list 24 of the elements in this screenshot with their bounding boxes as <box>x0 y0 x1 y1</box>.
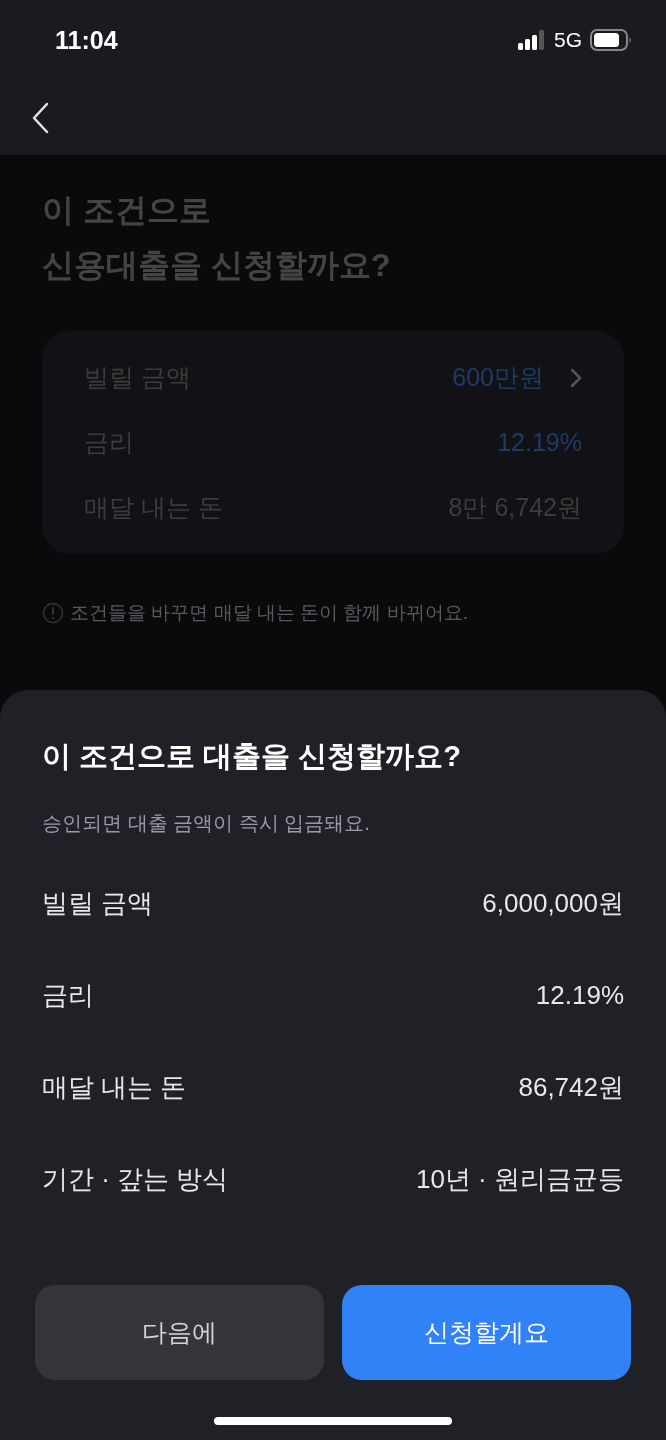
detail-label: 빌릴 금액 <box>42 886 154 920</box>
page-title: 이 조건으로 <box>42 191 212 230</box>
apply-button[interactable]: 신청할게요 <box>342 1285 631 1380</box>
sheet-title: 이 조건으로 대출을 신청할까요? <box>42 739 462 774</box>
page-title: 신용대출을 신청할까요? <box>42 246 392 285</box>
back-icon[interactable] <box>31 101 49 134</box>
battery-icon <box>590 29 632 51</box>
summary-value: 12.19% <box>497 428 582 457</box>
detail-label: 기간 · 갚는 방식 <box>42 1162 229 1196</box>
summary-value: 600만원 <box>452 362 544 393</box>
network-label: 5G <box>554 28 582 52</box>
signal-icon <box>518 30 546 50</box>
info-icon <box>42 602 64 624</box>
notice-text: 조건들을 바꾸면 매달 내는 돈이 함께 바뀌어요. <box>70 601 468 625</box>
chevron-right-icon[interactable] <box>570 367 582 388</box>
detail-label: 매달 내는 돈 <box>42 1070 187 1104</box>
detail-value: 6,000,000원 <box>482 886 624 920</box>
detail-value: 12.19% <box>535 979 624 1011</box>
detail-value: 86,742원 <box>518 1070 624 1104</box>
detail-label: 금리 <box>42 978 94 1012</box>
sheet-subtitle: 승인되면 대출 금액이 즉시 입금돼요. <box>42 811 371 836</box>
later-button[interactable]: 다음에 <box>35 1285 324 1380</box>
status-time: 11:04 <box>55 25 118 55</box>
detail-value: 10년 · 원리금균등 <box>415 1162 624 1196</box>
